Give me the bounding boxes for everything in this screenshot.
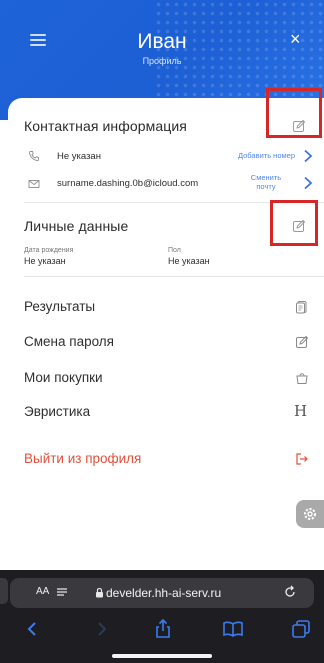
email-value: surname.dashing.0b@icloud.com — [57, 178, 199, 189]
browser-chrome: AA develder.hh-ai-serv.ru — [0, 570, 324, 663]
menu-item-label: Эвристика — [24, 404, 91, 419]
share-icon[interactable] — [152, 618, 174, 640]
change-email-line2: почту — [256, 182, 276, 191]
menu-item-label: Мои покупки — [24, 370, 103, 385]
tabs-icon[interactable] — [290, 618, 312, 640]
menu-item-change-password[interactable]: Смена пароля — [8, 328, 324, 358]
highlight-box-contact-edit — [266, 88, 322, 138]
bookmarks-icon[interactable] — [222, 618, 244, 640]
home-indicator — [112, 654, 212, 658]
add-phone-link[interactable]: Добавить номер — [211, 151, 295, 160]
gender-value: Не указан — [168, 256, 210, 266]
menu-item-label: Смена пароля — [24, 334, 114, 349]
logout-icon — [296, 453, 308, 465]
change-email-link[interactable]: Сменить почту — [244, 173, 288, 191]
results-icon — [296, 301, 307, 314]
section-divider — [24, 276, 324, 277]
phone-icon — [29, 151, 39, 161]
chevron-right-icon[interactable] — [303, 176, 313, 190]
settings-side-button[interactable] — [296, 500, 324, 528]
menu-item-logout[interactable]: Выйти из профиля — [8, 445, 324, 475]
lock-icon — [96, 587, 103, 598]
page-title: Иван — [137, 30, 187, 53]
highlight-box-personal-edit — [270, 200, 318, 246]
mail-icon — [28, 180, 40, 188]
gear-icon — [304, 508, 316, 520]
personal-section-title: Личные данные — [24, 218, 129, 234]
previous-tab-edge[interactable] — [0, 578, 8, 604]
text-size-button[interactable]: AA — [36, 586, 49, 597]
reader-icon[interactable] — [56, 588, 68, 598]
chevron-right-icon[interactable] — [303, 149, 313, 163]
menu-item-heuristics[interactable]: Эвристика H — [8, 398, 324, 428]
phone-value: Не указан — [57, 151, 101, 162]
page-subtitle: Профиль — [142, 56, 182, 66]
birth-date-label: Дата рождения — [24, 247, 74, 254]
menu-item-label: Выйти из профиля — [24, 451, 142, 466]
close-icon[interactable]: × — [290, 30, 301, 48]
birth-date-value: Не указан — [24, 256, 66, 266]
profile-screen: Иван Профиль × Контактная информация Не … — [0, 0, 324, 663]
change-email-line1: Сменить — [250, 173, 282, 182]
menu-item-results[interactable]: Результаты — [8, 293, 324, 323]
forward-icon[interactable] — [90, 618, 112, 640]
back-icon[interactable] — [22, 618, 44, 640]
url-text: develder.hh-ai-serv.ru — [106, 586, 222, 600]
browser-toolbar — [0, 618, 324, 644]
bag-icon — [296, 373, 308, 384]
reload-icon[interactable] — [283, 585, 297, 599]
gender-label: Пол — [168, 247, 181, 254]
address-bar[interactable]: AA develder.hh-ai-serv.ru — [10, 578, 314, 608]
menu-item-purchases[interactable]: Мои покупки — [8, 364, 324, 394]
menu-item-label: Результаты — [24, 299, 96, 314]
heuristics-icon: H — [294, 402, 308, 420]
contact-section-title: Контактная информация — [24, 118, 187, 134]
pencil-icon — [296, 335, 309, 348]
